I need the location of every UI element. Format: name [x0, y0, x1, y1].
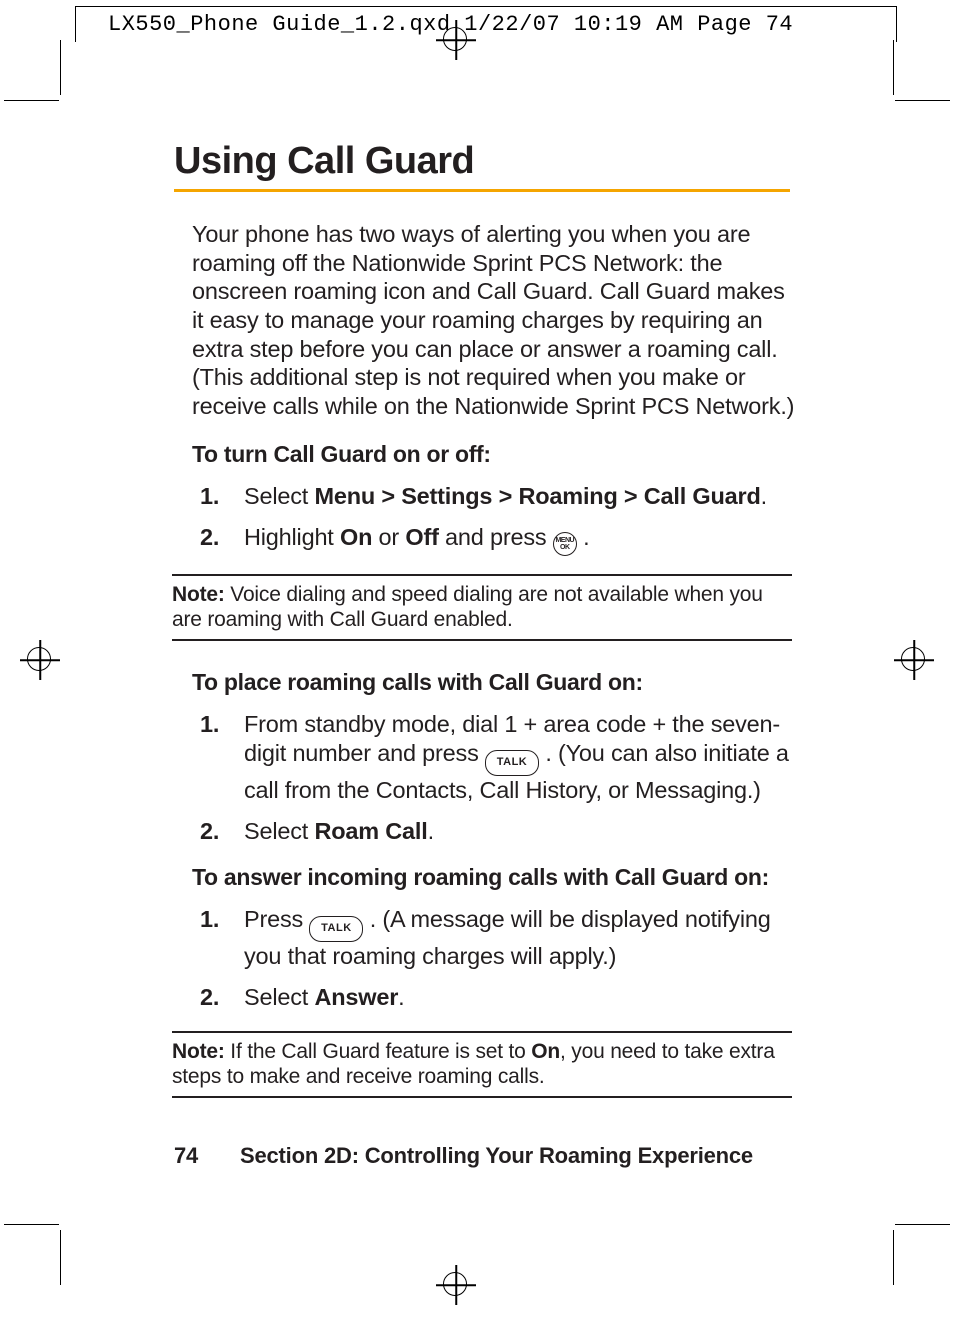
step-text: or	[372, 524, 405, 550]
option-on: On	[531, 1040, 560, 1063]
content-area: Using Call Guard Your phone has two ways…	[174, 140, 790, 1120]
note-text: If the Call Guard feature is set to	[225, 1040, 532, 1063]
step-text: and press	[439, 524, 553, 550]
registration-mark-icon	[894, 640, 934, 680]
step-text: Press	[244, 906, 309, 932]
crop-mark	[4, 100, 59, 101]
step-text: .	[761, 483, 767, 509]
step-text: Select	[244, 984, 314, 1010]
talk-key-icon: TALK	[485, 750, 539, 776]
step-item: From standby mode, dial 1 + area code + …	[232, 710, 790, 805]
page-title: Using Call Guard	[174, 140, 790, 183]
intro-paragraph: Your phone has two ways of alerting you …	[192, 220, 796, 421]
crop-mark	[893, 40, 894, 95]
note-box: Note: If the Call Guard feature is set t…	[172, 1031, 792, 1098]
page: LX550_Phone Guide_1.2.qxd 1/22/07 10:19 …	[0, 0, 954, 1325]
menu-ok-key-icon: MENUOK	[553, 532, 577, 556]
page-number: 74	[174, 1143, 198, 1168]
menu-path: Menu > Settings > Roaming > Call Guard	[314, 483, 760, 509]
subhead-answer-calls: To answer incoming roaming calls with Ca…	[192, 864, 790, 891]
title-underline	[174, 189, 790, 192]
crop-mark	[893, 1230, 894, 1285]
talk-key-icon: TALK	[309, 916, 363, 942]
note-box: Note: Voice dialing and speed dialing ar…	[172, 574, 792, 641]
step-item: Highlight On or Off and press MENUOK .	[232, 523, 790, 556]
step-item: Press TALK . (A message will be displaye…	[232, 905, 790, 971]
crop-mark	[4, 1224, 59, 1225]
subhead-place-calls: To place roaming calls with Call Guard o…	[192, 669, 790, 696]
steps-place: From standby mode, dial 1 + area code + …	[174, 710, 790, 846]
slug-line: LX550_Phone Guide_1.2.qxd 1/22/07 10:19 …	[108, 12, 793, 37]
registration-mark-icon	[20, 640, 60, 680]
step-text: .	[577, 524, 590, 550]
step-text: .	[428, 818, 434, 844]
steps-turn: Select Menu > Settings > Roaming > Call …	[174, 482, 790, 556]
step-text: .	[398, 984, 404, 1010]
step-item: Select Roam Call.	[232, 817, 790, 846]
step-text: Select	[244, 818, 314, 844]
steps-answer: Press TALK . (A message will be displaye…	[174, 905, 790, 1012]
note-text: Voice dialing and speed dialing are not …	[172, 583, 763, 632]
step-item: Select Answer.	[232, 983, 790, 1012]
option-on: On	[340, 524, 372, 550]
step-text: Highlight	[244, 524, 340, 550]
option-off: Off	[405, 524, 438, 550]
crop-mark	[60, 1230, 61, 1285]
note-label: Note:	[172, 1040, 225, 1063]
step-item: Select Menu > Settings > Roaming > Call …	[232, 482, 790, 511]
subhead-turn-on-off: To turn Call Guard on or off:	[192, 441, 790, 468]
step-text: Select	[244, 483, 314, 509]
crop-mark	[60, 40, 61, 95]
crop-mark	[895, 100, 950, 101]
page-footer: 74 Section 2D: Controlling Your Roaming …	[174, 1143, 753, 1169]
registration-mark-icon	[436, 1265, 476, 1305]
section-label: Section 2D: Controlling Your Roaming Exp…	[240, 1143, 753, 1168]
option-answer: Answer	[314, 984, 398, 1010]
crop-mark	[895, 1224, 950, 1225]
option-roam-call: Roam Call	[314, 818, 427, 844]
note-label: Note:	[172, 583, 225, 606]
